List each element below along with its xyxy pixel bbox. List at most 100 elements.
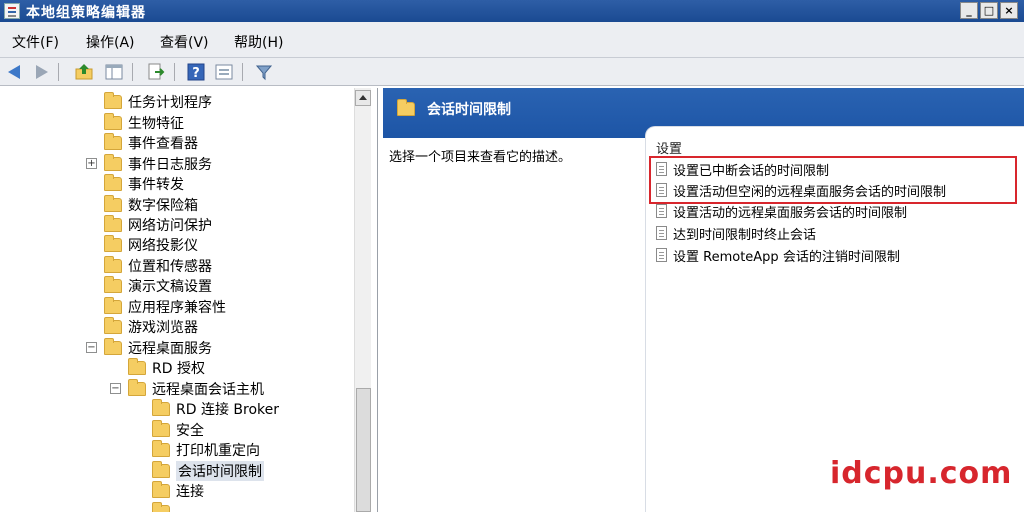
- tree-item-security[interactable]: 安全: [152, 420, 204, 440]
- tree-scrollbar[interactable]: [354, 88, 371, 512]
- folder-icon: [152, 461, 170, 478]
- tree-item-label: 安全: [176, 423, 204, 439]
- tree-item-app-compatibility[interactable]: 应用程序兼容性: [104, 297, 226, 317]
- tree-item-game-explorer[interactable]: 游戏浏览器: [104, 317, 198, 337]
- scroll-up-icon[interactable]: [355, 90, 371, 106]
- tree-item-label: 远程桌面服务: [128, 341, 212, 357]
- folder-icon: [104, 297, 122, 314]
- tree-item-label: 应用程序兼容性: [128, 300, 226, 316]
- collapse-icon[interactable]: −: [110, 383, 121, 394]
- help-icon[interactable]: ?: [186, 62, 206, 82]
- tree-item-event-forwarding[interactable]: 事件转发: [104, 174, 184, 194]
- details-pane: 会话时间限制 选择一个项目来查看它的描述。 设置 设置已中断会话的时间限制 设置…: [383, 88, 1024, 512]
- highlight-box: [649, 156, 1017, 204]
- tree-item-label: 位置和传感器: [128, 259, 212, 275]
- setting-remoteapp-logoff-limit[interactable]: 设置 RemoteApp 会话的注销时间限制: [656, 245, 900, 265]
- scrollbar-thumb[interactable]: [356, 388, 371, 512]
- menu-bar: 文件(F) 操作(A) 查看(V) 帮助(H): [0, 22, 1024, 58]
- title-bar: 本地组策略编辑器 _ □ ×: [0, 0, 1024, 22]
- tree-item-rd-session-host[interactable]: 远程桌面会话主机: [128, 379, 264, 399]
- tree-item-label: RD 授权: [152, 361, 205, 377]
- folder-icon: [104, 174, 122, 191]
- menu-action[interactable]: 操作(A): [86, 32, 135, 52]
- export-icon[interactable]: [146, 62, 166, 82]
- folder-icon: [104, 195, 122, 212]
- tree-item-event-viewer[interactable]: 事件查看器: [104, 133, 198, 153]
- folder-icon: [152, 481, 170, 498]
- tree-item-label: 生物特征: [128, 116, 184, 132]
- tree-item-label: 打印机重定向: [176, 443, 260, 459]
- tree-item-label: 远程桌面会话主机: [152, 382, 264, 398]
- window-title: 本地组策略编辑器: [26, 5, 146, 21]
- folder-icon: [128, 379, 146, 396]
- tree-item-printer-redirection[interactable]: 打印机重定向: [152, 440, 260, 460]
- tree-item-location-sensors[interactable]: 位置和传感器: [104, 256, 212, 276]
- tree-item-label: RD 连接 Broker: [176, 402, 280, 418]
- watermark: idcpu.com: [830, 456, 1013, 491]
- toolbar-separator: [58, 63, 59, 81]
- group-policy-icon: [4, 3, 20, 19]
- close-button[interactable]: ×: [1000, 2, 1018, 19]
- filter-icon[interactable]: [254, 62, 274, 82]
- tree-item-connections[interactable]: 连接: [152, 481, 204, 501]
- tree-item-label: 事件日志服务: [128, 157, 212, 173]
- folder-icon: [152, 440, 170, 457]
- properties-icon[interactable]: [214, 62, 234, 82]
- expand-icon[interactable]: +: [86, 158, 97, 169]
- tree-item-label: 连接: [176, 484, 204, 500]
- tree-item-label: 网络投影仪: [128, 238, 198, 254]
- show-hide-tree-icon[interactable]: [104, 62, 124, 82]
- minimize-button[interactable]: _: [960, 2, 978, 19]
- setting-label: 设置 RemoteApp 会话的注销时间限制: [673, 249, 900, 265]
- folder-icon: [152, 502, 170, 512]
- tree-item-presentation-settings[interactable]: 演示文稿设置: [104, 276, 212, 296]
- back-icon[interactable]: [6, 62, 26, 82]
- maximize-button[interactable]: □: [980, 2, 998, 19]
- toolbar-separator: [132, 63, 133, 81]
- tree-item-label: 数字保险箱: [128, 198, 198, 214]
- tree-item-network-access-protection[interactable]: 网络访问保护: [104, 215, 212, 235]
- tree-item-network-projector[interactable]: 网络投影仪: [104, 235, 198, 255]
- description-panel: 选择一个项目来查看它的描述。: [383, 138, 643, 512]
- tree-item-rd-connection-broker[interactable]: RD 连接 Broker: [152, 399, 279, 419]
- policy-setting-icon: [656, 226, 667, 240]
- folder-icon: [128, 358, 146, 375]
- policy-setting-icon: [656, 204, 667, 218]
- folder-icon: [152, 399, 170, 416]
- setting-active-session-limit[interactable]: 设置活动的远程桌面服务会话的时间限制: [656, 201, 907, 221]
- folder-icon: [104, 113, 122, 130]
- folder-icon: [397, 99, 415, 116]
- menu-file[interactable]: 文件(F): [12, 32, 59, 52]
- folder-icon: [152, 420, 170, 437]
- folder-icon: [104, 256, 122, 273]
- toolbar: ?: [0, 58, 1024, 86]
- tree-item-task-scheduler[interactable]: 任务计划程序: [104, 92, 212, 112]
- tree-item-digital-locker[interactable]: 数字保险箱: [104, 195, 198, 215]
- tree-item-session-time-limits[interactable]: 会话时间限制: [152, 461, 264, 481]
- menu-view[interactable]: 查看(V): [160, 32, 209, 52]
- folder-icon: [104, 317, 122, 334]
- menu-help[interactable]: 帮助(H): [234, 32, 283, 52]
- folder-icon: [104, 154, 122, 171]
- tree-item-partial[interactable]: [152, 502, 176, 512]
- tree-item-label: 游戏浏览器: [128, 320, 198, 336]
- setting-end-session-on-limit[interactable]: 达到时间限制时终止会话: [656, 223, 816, 243]
- tree-item-remote-desktop-services[interactable]: 远程桌面服务: [104, 338, 212, 358]
- folder-icon: [104, 276, 122, 293]
- svg-text:?: ?: [192, 66, 200, 81]
- tree-item-label: 网络访问保护: [128, 218, 212, 234]
- setting-label: 设置活动的远程桌面服务会话的时间限制: [673, 205, 908, 221]
- collapse-icon[interactable]: −: [86, 342, 97, 353]
- column-header-setting[interactable]: 设置: [656, 138, 682, 157]
- policy-setting-icon: [656, 248, 667, 262]
- up-folder-icon[interactable]: [74, 62, 94, 82]
- forward-icon[interactable]: [30, 62, 50, 82]
- tree-item-rd-licensing[interactable]: RD 授权: [128, 358, 205, 378]
- tree-item-biometrics[interactable]: 生物特征: [104, 113, 184, 133]
- tree-item-label: 会话时间限制: [176, 461, 264, 481]
- folder-icon: [104, 235, 122, 252]
- tree-item-label: 演示文稿设置: [128, 279, 212, 295]
- details-title: 会话时间限制: [427, 102, 511, 118]
- tree-item-event-log-service[interactable]: 事件日志服务: [104, 154, 212, 174]
- folder-icon: [104, 92, 122, 109]
